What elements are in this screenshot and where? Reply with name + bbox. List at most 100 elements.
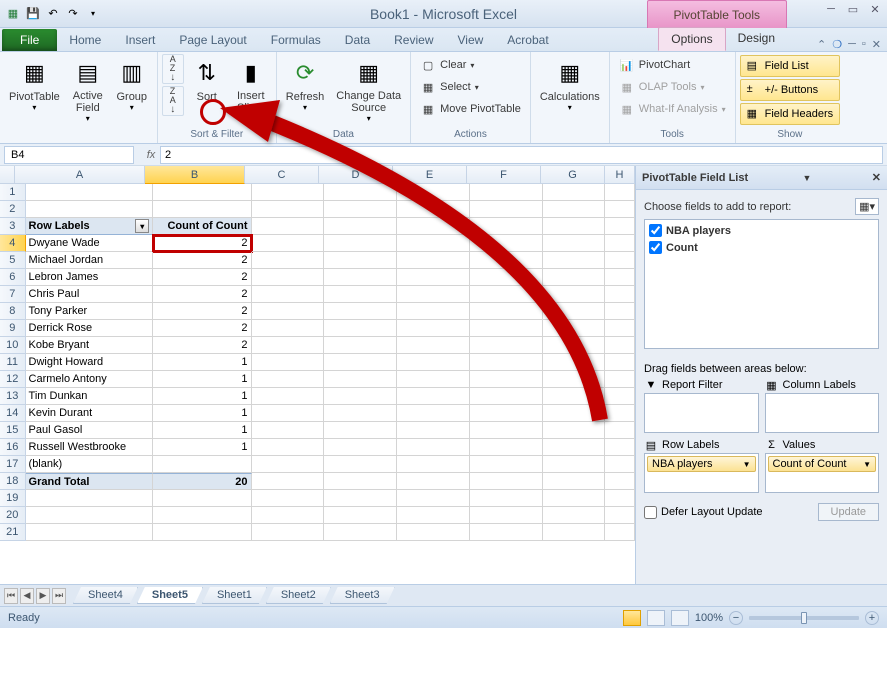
active-field-button[interactable]: ▤Active Field▾ [67, 54, 109, 126]
cell-D5[interactable] [324, 252, 397, 269]
col-header-D[interactable]: D [319, 166, 393, 184]
field-count[interactable]: Count [647, 239, 876, 256]
cell-D21[interactable] [324, 524, 397, 541]
sort-za-button[interactable]: ZA↓ [162, 86, 184, 116]
field-list-toggle[interactable]: ▤Field List [740, 55, 840, 77]
cell-B18[interactable]: 20 [153, 473, 251, 490]
cell-F2[interactable] [470, 201, 543, 218]
cell-C17[interactable] [252, 456, 325, 473]
move-pivottable-button[interactable]: ▦Move PivotTable [415, 98, 526, 120]
cell-G5[interactable] [543, 252, 606, 269]
cell-H16[interactable] [605, 439, 635, 456]
cell-F9[interactable] [470, 320, 543, 337]
cell-G9[interactable] [543, 320, 606, 337]
tab-home[interactable]: Home [57, 29, 113, 51]
cell-A10[interactable]: Kobe Bryant [26, 337, 154, 354]
cell-A14[interactable]: Kevin Durant [26, 405, 154, 422]
cell-E21[interactable] [397, 524, 470, 541]
row-header-21[interactable]: 21 [0, 524, 26, 541]
cell-A16[interactable]: Russell Westbrooke [26, 439, 154, 456]
cell-H1[interactable] [605, 184, 635, 201]
cell-B2[interactable] [153, 201, 251, 218]
cell-F18[interactable] [470, 473, 543, 490]
cell-C21[interactable] [252, 524, 325, 541]
cell-C12[interactable] [252, 371, 325, 388]
cell-D13[interactable] [324, 388, 397, 405]
cell-F17[interactable] [470, 456, 543, 473]
row-header-19[interactable]: 19 [0, 490, 26, 507]
cell-G17[interactable] [543, 456, 606, 473]
cell-A13[interactable]: Tim Dunkan [26, 388, 154, 405]
cell-F3[interactable] [470, 218, 543, 235]
row-header-18[interactable]: 18 [0, 473, 26, 490]
cell-G15[interactable] [543, 422, 606, 439]
tab-page-layout[interactable]: Page Layout [167, 29, 258, 51]
tab-formulas[interactable]: Formulas [259, 29, 333, 51]
row-header-14[interactable]: 14 [0, 405, 26, 422]
cell-D12[interactable] [324, 371, 397, 388]
cell-D19[interactable] [324, 490, 397, 507]
cell-B16[interactable]: 1 [153, 439, 251, 456]
row-header-1[interactable]: 1 [0, 184, 26, 201]
page-layout-view-button[interactable] [647, 610, 665, 626]
cell-B6[interactable]: 2 [153, 269, 251, 286]
minimize-button[interactable]: ─ [823, 2, 839, 16]
sheet-tab-sheet4[interactable]: Sheet4 [73, 587, 138, 604]
sort-az-button[interactable]: AZ↓ [162, 54, 184, 84]
cell-B15[interactable]: 1 [153, 422, 251, 439]
cell-G14[interactable] [543, 405, 606, 422]
cell-C19[interactable] [252, 490, 325, 507]
row-header-12[interactable]: 12 [0, 371, 26, 388]
cell-G11[interactable] [543, 354, 606, 371]
cell-H8[interactable] [605, 303, 635, 320]
cell-D20[interactable] [324, 507, 397, 524]
row-header-6[interactable]: 6 [0, 269, 26, 286]
cell-E3[interactable] [397, 218, 470, 235]
cell-E1[interactable] [397, 184, 470, 201]
filter-dropdown[interactable]: ▾ [135, 219, 149, 233]
cell-D9[interactable] [324, 320, 397, 337]
group-button[interactable]: ▥Group▾ [111, 54, 153, 126]
field-list-box[interactable]: NBA players Count [644, 219, 879, 349]
cell-F15[interactable] [470, 422, 543, 439]
cell-A1[interactable] [26, 184, 154, 201]
cell-G10[interactable] [543, 337, 606, 354]
cell-G19[interactable] [543, 490, 606, 507]
row-header-13[interactable]: 13 [0, 388, 26, 405]
col-header-E[interactable]: E [393, 166, 467, 184]
cell-D4[interactable] [324, 235, 397, 252]
value-pill-count[interactable]: Count of Count▼ [768, 456, 877, 472]
cell-A5[interactable]: Michael Jordan [26, 252, 154, 269]
cell-F20[interactable] [470, 507, 543, 524]
help-icon[interactable]: ❍ [832, 38, 842, 51]
row-header-17[interactable]: 17 [0, 456, 26, 473]
tab-view[interactable]: View [446, 29, 496, 51]
fx-icon[interactable]: fx [142, 146, 160, 164]
cell-C20[interactable] [252, 507, 325, 524]
calculations-button[interactable]: ▦Calculations▾ [535, 54, 605, 126]
file-tab[interactable]: File [2, 29, 57, 51]
cell-C15[interactable] [252, 422, 325, 439]
cell-H19[interactable] [605, 490, 635, 507]
cell-E12[interactable] [397, 371, 470, 388]
cell-A18[interactable]: Grand Total [26, 473, 154, 490]
cell-H9[interactable] [605, 320, 635, 337]
cell-D2[interactable] [324, 201, 397, 218]
col-header-B[interactable]: B [145, 166, 245, 184]
cell-D7[interactable] [324, 286, 397, 303]
cell-G1[interactable] [543, 184, 606, 201]
cell-A7[interactable]: Chris Paul [26, 286, 154, 303]
cell-C18[interactable] [252, 473, 325, 490]
col-header-H[interactable]: H [605, 166, 635, 184]
layout-options-button[interactable]: ▦▾ [855, 198, 879, 215]
select-button[interactable]: ▦Select ▾ [415, 76, 526, 98]
refresh-button[interactable]: ⟳Refresh▾ [281, 54, 330, 126]
cell-H4[interactable] [605, 235, 635, 252]
cell-C6[interactable] [252, 269, 325, 286]
change-data-source-button[interactable]: ▦Change Data Source▾ [331, 54, 406, 126]
cell-C1[interactable] [252, 184, 325, 201]
row-header-16[interactable]: 16 [0, 439, 26, 456]
cell-B10[interactable]: 2 [153, 337, 251, 354]
cell-H13[interactable] [605, 388, 635, 405]
cell-A21[interactable] [26, 524, 154, 541]
